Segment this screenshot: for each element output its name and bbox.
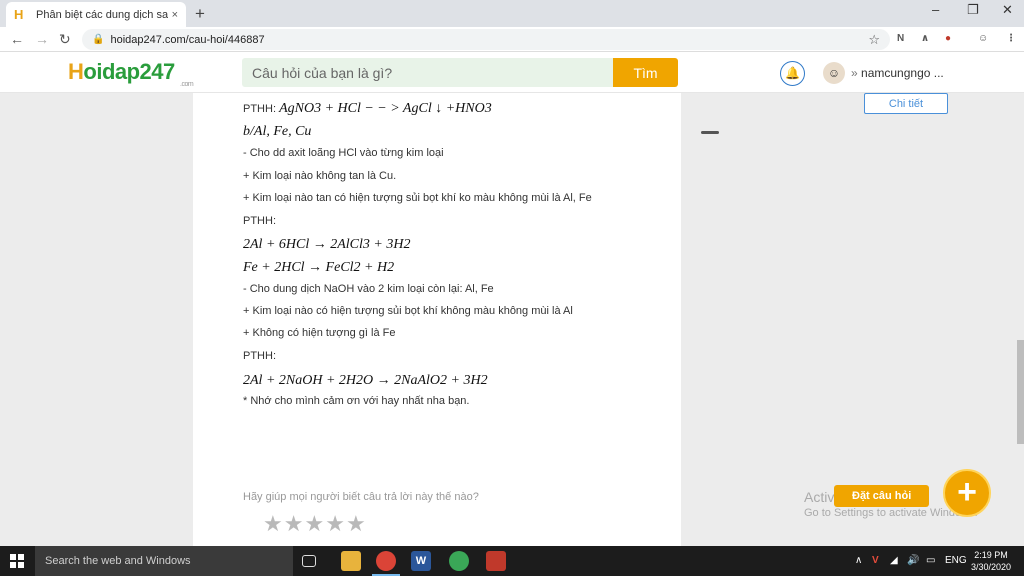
tab-title: Phân biệt các dung dịch sau bằn xyxy=(36,8,168,21)
back-button[interactable]: ← xyxy=(10,31,24,47)
answer-line: b/Al, Fe, Cu xyxy=(243,124,311,140)
answer-line: PTHH: AgNO3 + HCl − − > AgCl ↓ +HNO3 xyxy=(243,101,492,117)
detail-button[interactable]: Chi tiết xyxy=(864,93,948,114)
tray-language[interactable]: ENG xyxy=(945,555,967,566)
answer-line: PTHH: xyxy=(243,215,276,227)
restore-button[interactable]: ❐ xyxy=(967,2,979,18)
question-search-box xyxy=(242,58,614,87)
chrome-icon[interactable] xyxy=(372,551,400,576)
answer-line: + Kim loại nào không tan là Cu. xyxy=(243,170,397,182)
tray-antivirus-icon[interactable]: V xyxy=(872,555,879,566)
ask-question-plus-icon[interactable]: + xyxy=(943,469,991,517)
site-header: Hoidap247 .com Tìm 🔔 ☺ » namcungngo ... xyxy=(0,52,1024,93)
answer-line: PTHH: xyxy=(243,350,276,362)
profile-icon[interactable]: ☺ xyxy=(978,33,988,44)
math-formula: 2Al + 2NaOH + 2H2O → 2NaAlO2 + 3H2 xyxy=(243,373,488,388)
reload-button[interactable]: ↻ xyxy=(59,31,71,48)
forward-button[interactable]: → xyxy=(35,31,49,47)
rating-star-icon[interactable]: ★ xyxy=(346,511,367,536)
answer-line: + Kim loại nào có hiện tượng sủi bọt khí… xyxy=(243,305,573,317)
search-button[interactable]: Tìm xyxy=(613,58,678,87)
taskbar-search[interactable]: Search the web and Windows xyxy=(35,546,293,576)
answer-line: 2Al + 6HCl → 2AlCl3 + 3H2 xyxy=(243,237,410,253)
rating-star-icon[interactable]: ★ xyxy=(304,511,325,536)
answer-line: + Không có hiện tượng gì là Fe xyxy=(243,327,396,339)
answer-line: 2Al + 2NaOH + 2H2O → 2NaAlO2 + 3H2 xyxy=(243,373,488,389)
answer-panel: PTHH: AgNO3 + HCl − − > AgCl ↓ +HNO3 b/Al… xyxy=(193,93,681,546)
word-icon[interactable]: W xyxy=(411,551,431,571)
line-prefix: PTHH: xyxy=(243,103,280,115)
tray-volume-icon[interactable]: 🔊 xyxy=(907,555,919,566)
browser-tab-active[interactable]: H Phân biệt các dung dịch sau bằn × xyxy=(6,2,186,27)
rating-prompt: Hãy giúp mọi người biết câu trả lời này … xyxy=(243,491,479,503)
rating-star-icon[interactable]: ★ xyxy=(263,511,284,536)
file-explorer-icon[interactable] xyxy=(341,551,361,571)
answer-line: - Cho dd axit loãng HCl vào từng kim loạ… xyxy=(243,147,444,159)
rating-star-icon[interactable]: ★ xyxy=(284,511,305,536)
lock-icon: 🔒 xyxy=(92,34,105,45)
math-formula: Fe + 2HCl → FeCl2 + H2 xyxy=(243,260,395,275)
math-formula: AgNO3 + HCl − − > AgCl ↓ +HNO3 xyxy=(279,101,492,116)
new-tab-button[interactable]: + xyxy=(195,4,205,24)
answer-line: * Nhớ cho mình cảm ơn với hay nhất nha b… xyxy=(243,395,470,407)
search-input[interactable] xyxy=(252,65,602,81)
app-icon-red[interactable] xyxy=(486,551,506,571)
extension-icon-3[interactable]: ● xyxy=(945,33,951,44)
taskbar-clock[interactable]: 2:19 PM 3/30/2020 xyxy=(966,549,1016,573)
user-avatar[interactable]: ☺ xyxy=(823,62,845,84)
notification-bell-icon[interactable]: 🔔 xyxy=(780,61,805,86)
tray-chevron-icon[interactable]: ∧ xyxy=(855,555,862,566)
browser-toolbar: ← → ↻ 🔒 hoidap247.com/cau-hoi/446887 ☆ N… xyxy=(0,27,1024,52)
close-window-button[interactable]: ✕ xyxy=(1002,2,1013,18)
address-bar[interactable]: 🔒 hoidap247.com/cau-hoi/446887 ☆ xyxy=(82,29,890,50)
bookmark-star-icon[interactable]: ☆ xyxy=(868,32,880,48)
task-view-icon[interactable] xyxy=(302,555,316,567)
url-text: hoidap247.com/cau-hoi/446887 xyxy=(110,33,265,46)
answer-line: Fe + 2HCl → FeCl2 + H2 xyxy=(243,260,394,276)
tray-network-icon[interactable]: ◢ xyxy=(890,555,898,566)
answer-line: + Kim loại nào tan có hiện tượng sủi bọt… xyxy=(243,192,592,204)
windows-taskbar: Search the web and Windows W ∧ V ◢ 🔊 ▭ E… xyxy=(0,546,1024,576)
ask-question-label[interactable]: Đặt câu hỏi xyxy=(834,485,930,507)
site-logo[interactable]: Hoidap247 .com xyxy=(68,59,194,88)
right-sidebar: Chi tiết Activate Windows Go to Settings… xyxy=(681,93,1024,546)
browser-menu-icon[interactable]: ⋮ xyxy=(1006,33,1016,44)
windows-start-icon[interactable] xyxy=(10,554,24,568)
username: namcungngo ... xyxy=(861,66,944,80)
app-icon-green[interactable] xyxy=(449,551,469,571)
extension-icon-2[interactable]: ∧ xyxy=(921,33,929,44)
answer-line: - Cho dung dịch NaOH vào 2 kim loại còn … xyxy=(243,283,494,295)
math-formula: 2Al + 6HCl → 2AlCl3 + 3H2 xyxy=(243,237,411,252)
tray-message-icon[interactable]: ▭ xyxy=(926,555,935,566)
extension-icon-1[interactable]: N xyxy=(897,33,904,44)
sidebar-thumbnail xyxy=(701,131,719,134)
user-menu[interactable]: » namcungngo ... xyxy=(851,66,944,80)
page-scrollbar[interactable] xyxy=(1017,340,1024,444)
hoidap-favicon-icon: H xyxy=(14,6,24,22)
minimize-button[interactable]: – xyxy=(932,2,939,17)
math-formula: b/Al, Fe, Cu xyxy=(243,124,312,139)
browser-tabstrip: H Phân biệt các dung dịch sau bằn × + – … xyxy=(0,0,1024,27)
rating-stars: ★★★★★ xyxy=(263,511,367,537)
chevron-icon: » xyxy=(851,66,858,80)
tab-close-icon[interactable]: × xyxy=(172,9,178,21)
rating-star-icon[interactable]: ★ xyxy=(325,511,346,536)
